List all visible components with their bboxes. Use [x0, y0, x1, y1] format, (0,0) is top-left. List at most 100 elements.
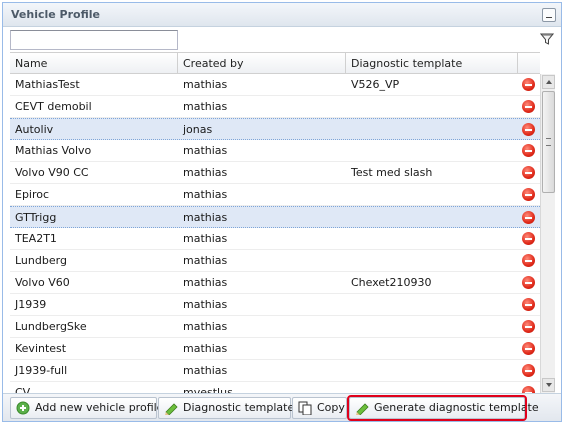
- cell-name: CEVT demobil: [15, 100, 92, 113]
- grid-header: Name Created by Diagnostic template: [10, 52, 540, 74]
- cell-name: Kevintest: [15, 342, 67, 355]
- table-row[interactable]: Volvo V90 CC mathias Test med slash: [10, 162, 540, 184]
- cell-diagnostic-template: [346, 382, 518, 393]
- delete-icon[interactable]: [522, 232, 535, 245]
- cell-created-by: mathias: [183, 211, 228, 224]
- cell-created-by: mathias: [183, 78, 228, 91]
- delete-icon[interactable]: [522, 276, 535, 289]
- cell-name: TEA2T1: [15, 232, 57, 245]
- copy-icon: [298, 401, 312, 415]
- panel-title: Vehicle Profile: [11, 8, 100, 21]
- cell-diagnostic-template: [346, 228, 518, 249]
- add-icon: [16, 401, 30, 415]
- table-row[interactable]: J1939 mathias: [10, 294, 540, 316]
- cell-name: J1939-full: [15, 364, 68, 377]
- cell-name: Epiroc: [15, 188, 50, 201]
- cell-created-by: jonas: [183, 123, 213, 136]
- delete-icon[interactable]: [522, 364, 535, 377]
- panel-header: Vehicle Profile: [3, 3, 561, 27]
- delete-icon[interactable]: [522, 320, 535, 333]
- bottom-toolbar: Add new vehicle profile Diagnostic templ…: [3, 393, 561, 421]
- cell-name: MathiasTest: [15, 78, 80, 91]
- delete-icon[interactable]: [522, 386, 535, 393]
- table-row[interactable]: J1939-full mathias: [10, 360, 540, 382]
- cell-diagnostic-template: [346, 119, 518, 140]
- delete-icon[interactable]: [522, 100, 535, 113]
- cell-created-by: mathias: [183, 100, 228, 113]
- delete-icon[interactable]: [522, 211, 535, 224]
- cell-created-by: mathias: [183, 276, 228, 289]
- cell-diagnostic-template: [346, 360, 518, 381]
- generate-diagnostic-template-label: Generate diagnostic template: [374, 401, 539, 414]
- copy-button[interactable]: Copy: [292, 397, 347, 419]
- table-row[interactable]: Mathias Volvo mathias: [10, 140, 540, 162]
- cell-diagnostic-template: [346, 140, 518, 161]
- delete-icon[interactable]: [522, 166, 535, 179]
- cell-name: Volvo V90 CC: [15, 166, 89, 179]
- delete-icon[interactable]: [522, 298, 535, 311]
- cell-name: Autoliv: [15, 123, 54, 136]
- cell-created-by: mathias: [183, 144, 228, 157]
- scroll-down-icon[interactable]: [542, 378, 555, 392]
- cell-diagnostic-template: [346, 294, 518, 315]
- cell-created-by: mathias: [183, 166, 228, 179]
- cell-created-by: mvestlus: [183, 386, 233, 393]
- cell-name: Mathias Volvo: [15, 144, 92, 157]
- cell-created-by: mathias: [183, 188, 228, 201]
- pencil-icon: [356, 403, 369, 415]
- add-vehicle-profile-button[interactable]: Add new vehicle profile: [10, 397, 163, 419]
- cell-diagnostic-template: Chexet210930: [351, 276, 432, 289]
- collapse-icon[interactable]: [542, 8, 556, 22]
- name-filter-input[interactable]: [10, 30, 178, 50]
- cell-name: Volvo V60: [15, 276, 70, 289]
- scrollbar-thumb[interactable]: [542, 91, 555, 193]
- cell-diagnostic-template: [346, 184, 518, 205]
- diagnostic-templates-button[interactable]: Diagnostic templates: [158, 397, 300, 419]
- column-header-name[interactable]: Name: [10, 53, 178, 74]
- table-row[interactable]: CEVT demobil mathias: [10, 96, 540, 118]
- table-row[interactable]: TEA2T1 mathias: [10, 228, 540, 250]
- table-row[interactable]: Epiroc mathias: [10, 184, 540, 206]
- cell-created-by: mathias: [183, 298, 228, 311]
- delete-icon[interactable]: [522, 342, 535, 355]
- diagnostic-templates-label: Diagnostic templates: [183, 401, 300, 414]
- cell-name: J1939: [15, 298, 47, 311]
- cell-name: CV: [15, 386, 31, 393]
- delete-icon[interactable]: [522, 188, 535, 201]
- delete-icon[interactable]: [522, 144, 535, 157]
- table-row[interactable]: Kevintest mathias: [10, 338, 540, 360]
- table-row[interactable]: GTTrigg mathias: [10, 206, 540, 228]
- delete-icon[interactable]: [522, 123, 535, 136]
- vertical-scrollbar[interactable]: [540, 74, 555, 393]
- cell-created-by: mathias: [183, 342, 228, 355]
- cell-diagnostic-template: [346, 316, 518, 337]
- cell-diagnostic-template: [346, 338, 518, 359]
- column-header-diagnostic-template[interactable]: Diagnostic template: [346, 53, 518, 74]
- cell-name: GTTrigg: [15, 211, 57, 224]
- column-header-actions: [518, 53, 540, 74]
- delete-icon[interactable]: [522, 78, 535, 91]
- generate-diagnostic-template-button[interactable]: Generate diagnostic template: [347, 395, 539, 421]
- cell-created-by: mathias: [183, 254, 228, 267]
- cell-created-by: mathias: [183, 232, 228, 245]
- table-row[interactable]: Lundberg mathias: [10, 250, 540, 272]
- table-row[interactable]: Volvo V60 mathias Chexet210930: [10, 272, 540, 294]
- scroll-up-icon[interactable]: [542, 75, 555, 89]
- pencil-icon: [165, 403, 178, 415]
- vehicle-grid: MathiasTest mathias V526_VP CEVT demobil…: [10, 74, 540, 393]
- filter-icon[interactable]: [540, 32, 554, 46]
- cell-diagnostic-template: [346, 250, 518, 271]
- cell-diagnostic-template: [346, 96, 518, 117]
- column-header-created-by[interactable]: Created by: [178, 53, 346, 74]
- table-row[interactable]: MathiasTest mathias V526_VP: [10, 74, 540, 96]
- table-row[interactable]: CV mvestlus: [10, 382, 540, 393]
- copy-label: Copy: [317, 401, 345, 414]
- cell-created-by: mathias: [183, 320, 228, 333]
- cell-diagnostic-template: [346, 207, 518, 228]
- table-row[interactable]: Autoliv jonas: [10, 118, 540, 140]
- add-vehicle-profile-label: Add new vehicle profile: [35, 401, 164, 414]
- delete-icon[interactable]: [522, 254, 535, 267]
- table-row[interactable]: LundbergSke mathias: [10, 316, 540, 338]
- cell-diagnostic-template: V526_VP: [351, 78, 400, 91]
- filter-row: [3, 27, 561, 52]
